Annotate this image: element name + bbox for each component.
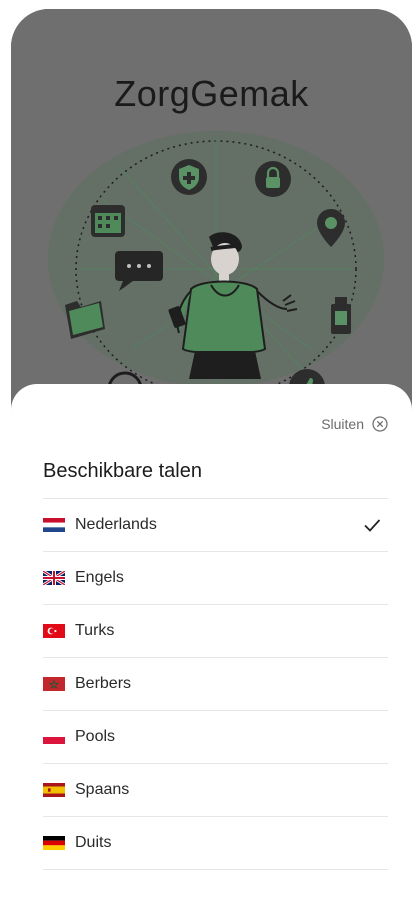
tr-flag-icon — [43, 624, 65, 638]
calendar-icon — [91, 205, 125, 237]
sheet-title: Beschikbare talen — [43, 460, 202, 482]
es-flag-icon — [43, 783, 65, 797]
close-circle-icon — [372, 416, 388, 432]
language-label: Duits — [75, 834, 112, 851]
language-item-spaans[interactable]: Spaans — [43, 763, 388, 816]
pl-flag-icon — [43, 730, 65, 744]
language-item-turks[interactable]: Turks — [43, 604, 388, 657]
hero-illustration — [48, 131, 384, 407]
language-label: Turks — [75, 622, 115, 639]
language-item-nederlands[interactable]: Nederlands — [43, 498, 388, 551]
checkmark-icon — [364, 519, 381, 532]
lock-icon — [255, 161, 291, 197]
uk-flag-icon — [43, 571, 65, 585]
close-button[interactable]: Sluiten — [321, 416, 388, 432]
close-label: Sluiten — [321, 416, 364, 432]
language-item-duits[interactable]: Duits — [43, 816, 388, 870]
language-item-berbers[interactable]: Berbers — [43, 657, 388, 710]
ma-flag-icon — [43, 677, 65, 691]
language-item-engels[interactable]: Engels — [43, 551, 388, 604]
app-title: ZorgGemak — [114, 73, 309, 114]
language-list: Nederlands Engels Turks Berbers Pools Sp… — [43, 498, 388, 870]
shield-icon — [171, 159, 207, 195]
language-item-pools[interactable]: Pools — [43, 710, 388, 763]
de-flag-icon — [43, 836, 65, 850]
language-label: Spaans — [75, 781, 130, 798]
language-label: Nederlands — [75, 516, 157, 533]
language-label: Berbers — [75, 675, 132, 692]
language-bottom-sheet: Sluiten Beschikbare talen Nederlands Eng… — [11, 384, 412, 915]
nl-flag-icon — [43, 518, 65, 532]
language-label: Engels — [75, 569, 124, 586]
language-label: Pools — [75, 728, 116, 745]
